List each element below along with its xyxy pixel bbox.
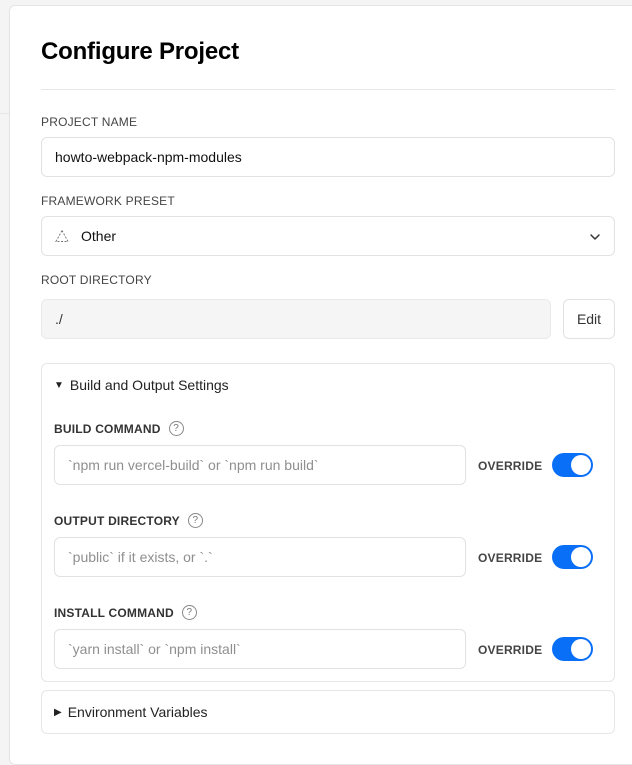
toggle-knob (571, 639, 591, 659)
help-icon[interactable]: ? (181, 605, 197, 620)
output-directory-placeholder: `public` if it exists, or `.` (68, 549, 213, 565)
install-command-override-label: OVERRIDE (478, 643, 543, 657)
chevron-down-icon (589, 230, 601, 246)
toggle-knob (571, 547, 591, 567)
root-directory-value: ./ (55, 311, 63, 327)
edit-root-directory-button[interactable]: Edit (563, 299, 615, 339)
install-command-input[interactable]: `yarn install` or `npm install` (54, 629, 466, 669)
caret-right-icon: ▶ (54, 706, 62, 718)
install-command-label: INSTALL COMMAND ? (54, 605, 197, 620)
build-output-settings-toggle[interactable]: ▼ Build and Output Settings (54, 377, 229, 393)
build-command-override-toggle[interactable] (552, 453, 593, 477)
framework-preset-label: FRAMEWORK PRESET (41, 194, 175, 208)
project-name-label: PROJECT NAME (41, 115, 138, 129)
output-directory-label: OUTPUT DIRECTORY ? (54, 513, 203, 528)
project-name-input[interactable]: howto-webpack-npm-modules (41, 137, 615, 177)
title-divider (41, 89, 615, 90)
framework-preset-select[interactable]: Other (41, 216, 615, 256)
toggle-knob (571, 455, 591, 475)
root-directory-label: ROOT DIRECTORY (41, 273, 152, 287)
output-directory-input[interactable]: `public` if it exists, or `.` (54, 537, 466, 577)
build-command-input[interactable]: `npm run vercel-build` or `npm run build… (54, 445, 466, 485)
triangle-outline-icon (55, 229, 69, 243)
output-directory-override-label: OVERRIDE (478, 551, 543, 565)
build-command-placeholder: `npm run vercel-build` or `npm run build… (68, 457, 319, 473)
project-name-value: howto-webpack-npm-modules (55, 149, 242, 165)
environment-variables-title: Environment Variables (67, 704, 208, 720)
caret-down-icon: ▼ (54, 379, 64, 391)
build-output-settings-title: Build and Output Settings (69, 377, 229, 393)
build-command-override-label: OVERRIDE (478, 459, 543, 473)
build-command-label: BUILD COMMAND ? (54, 421, 184, 436)
output-directory-override-toggle[interactable] (552, 545, 593, 569)
environment-variables-toggle[interactable]: ▶ Environment Variables (54, 704, 208, 720)
install-command-override-toggle[interactable] (552, 637, 593, 661)
help-icon[interactable]: ? (168, 421, 184, 436)
install-command-placeholder: `yarn install` or `npm install` (68, 641, 241, 657)
framework-preset-value: Other (81, 228, 117, 244)
root-directory-field: ./ (41, 299, 551, 339)
help-icon[interactable]: ? (187, 513, 203, 528)
page-title: Configure Project (41, 38, 239, 65)
